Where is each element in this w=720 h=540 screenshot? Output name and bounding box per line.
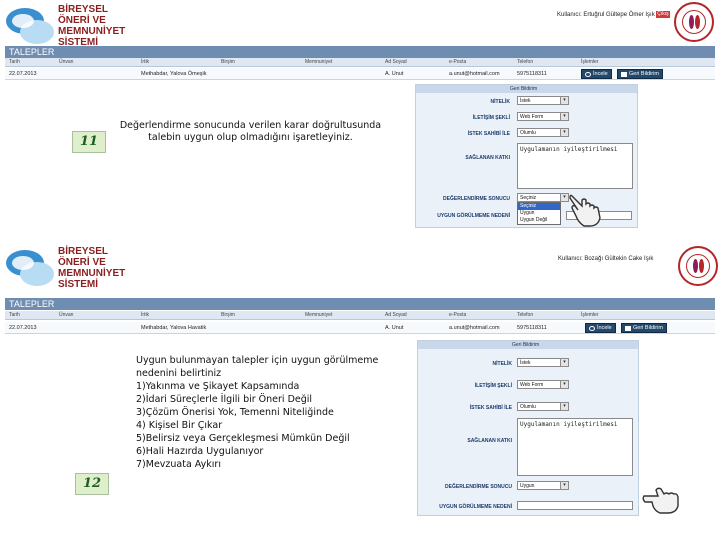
eye-icon <box>589 325 595 331</box>
university-logo <box>678 246 718 286</box>
label-uygun-gorulmeme: UYGUN GÖRÜLMEME NEDENİ <box>439 504 512 510</box>
table-header: Tarih Ünvan İrtik Birşim Memnuniyet Ad S… <box>5 58 715 67</box>
chevron-down-icon: ▾ <box>560 113 568 120</box>
column-header: Memnuniyet <box>305 59 333 65</box>
column-header: Ad Soyad <box>385 59 407 65</box>
column-header: Memnuniyet <box>305 312 333 318</box>
chevron-down-icon: ▾ <box>560 194 568 201</box>
degerlendirme-select[interactable]: Uygun ▾ <box>517 481 569 490</box>
section-title: TALEPLER <box>5 298 715 310</box>
column-header: e-Posta <box>449 59 467 65</box>
university-logo <box>674 2 714 42</box>
app-logo: BİREYSEL ÖNERİ VE MEMNUNİYET SİSTEMİ <box>4 2 125 50</box>
edit-icon <box>621 71 627 77</box>
table-header: Tarih Ünvan İrtik Birşim Memnuniyet Ad S… <box>5 311 715 320</box>
screenshot-panel-step-11: BİREYSEL ÖNERİ VE MEMNUNİYET SİSTEMİ Kul… <box>0 0 720 240</box>
user-info: Kullanıcı: Ertuğrul Gültepe Ömer Işık <box>557 12 655 18</box>
column-header: Tarih <box>9 312 20 318</box>
column-header: İşlemler <box>581 59 599 65</box>
row-name: A. Unut <box>385 325 404 331</box>
eye-icon <box>585 71 591 77</box>
pointing-hand-icon <box>642 487 679 514</box>
row-email: a.unut@hotmail.com <box>449 325 500 331</box>
step-number-12: 12 <box>75 473 109 495</box>
table-row[interactable]: 22.07.2013 Methabdar, Yalova Ömeşik A. U… <box>5 68 715 80</box>
feedback-button[interactable]: Geri Bildirim <box>617 69 663 79</box>
user-info: Kullanıcı: Bozağı Gültekin Cake Işık <box>558 256 654 262</box>
app-logo-text: BİREYSEL ÖNERİ VE MEMNUNİYET SİSTEMİ <box>58 4 126 48</box>
column-header: Ünvan <box>59 312 74 318</box>
degerlendirme-dropdown[interactable]: Seçiniz Uygun Uygun Değil <box>517 202 561 225</box>
nitelik-select[interactable]: İstek ▾ <box>517 96 569 105</box>
column-header: e-Posta <box>449 312 467 318</box>
chevron-down-icon: ▾ <box>560 381 568 388</box>
step-number-11: 11 <box>72 131 106 153</box>
feedback-button[interactable]: Geri Bildirim <box>621 323 667 333</box>
label-iletisim: İLETİŞİM ŞEKLİ <box>474 383 512 389</box>
step-11-instruction: Değerlendirme sonucunda verilen karar do… <box>119 120 382 143</box>
dropdown-option[interactable]: Uygun Değil <box>518 217 560 224</box>
chevron-down-icon: ▾ <box>560 359 568 366</box>
screenshot-panel-step-12: BİREYSEL ÖNERİ VE MEMNUNİYET SİSTEMİ Kul… <box>0 240 720 540</box>
row-unit: Methabdar, Yalova Ömeşik <box>141 71 207 77</box>
column-header: İşlemler <box>581 312 599 318</box>
edit-icon <box>625 325 631 331</box>
label-iletisim: İLETİŞİM ŞEKLİ <box>472 115 510 121</box>
row-date: 22.07.2013 <box>9 71 37 77</box>
degerlendirme-select[interactable]: Seçiniz ▾ <box>517 193 569 202</box>
column-header: İrtik <box>141 312 150 318</box>
label-nitelik: NİTELİK <box>490 99 510 105</box>
speech-bubbles-icon <box>4 2 56 50</box>
column-header: Telefon <box>517 59 534 65</box>
label-katki: SAĞLANAN KATKI <box>465 155 510 161</box>
app-logo: BİREYSEL ÖNERİ VE MEMNUNİYET SİSTEMİ <box>4 244 125 292</box>
column-header: Ad Soyad <box>385 312 407 318</box>
step-12-instruction: Uygun bulunmayan talepler için uygun gör… <box>136 355 379 470</box>
label-uygun-gorulmeme: UYGUN GÖRÜLMEME NEDENİ <box>437 213 510 219</box>
label-istek-sahibi: İSTEK SAHİBİ İLE <box>469 405 512 411</box>
form-title: Geri Bildirim <box>418 341 638 349</box>
label-istek-sahibi: İSTEK SAHİBİ İLE <box>467 131 510 137</box>
dropdown-option[interactable]: Seçiniz <box>518 203 560 210</box>
chevron-down-icon: ▾ <box>560 97 568 104</box>
row-email: a.unut@hotmail.com <box>449 71 500 77</box>
iletisim-select[interactable]: Web Form ▾ <box>517 380 569 389</box>
dropdown-option[interactable]: Uygun <box>518 210 560 217</box>
row-name: A. Unut <box>385 71 404 77</box>
column-header: Birşim <box>221 59 235 65</box>
app-logo-text: BİREYSEL ÖNERİ VE MEMNUNİYET SİSTEMİ <box>58 246 126 290</box>
uygun-gorulmeme-input[interactable] <box>517 501 633 510</box>
katki-textarea[interactable]: Uygulamanın iyileştirilmesi <box>517 418 633 476</box>
column-header: Telefon <box>517 312 534 318</box>
nitelik-select[interactable]: İstek ▾ <box>517 358 569 367</box>
chevron-down-icon: ▾ <box>560 129 568 136</box>
row-date: 22.07.2013 <box>9 325 37 331</box>
logout-button[interactable]: Çıkış <box>656 11 670 18</box>
inspect-button[interactable]: İncele <box>581 69 612 79</box>
pointing-hand-icon <box>569 194 601 227</box>
column-header: Birşim <box>221 312 235 318</box>
column-header: İrtik <box>141 59 150 65</box>
chevron-down-icon: ▾ <box>560 403 568 410</box>
label-nitelik: NİTELİK <box>492 361 512 367</box>
katki-textarea[interactable]: Uygulamanın iyileştirilmesi <box>517 143 633 189</box>
row-phone: 5975118311 <box>517 71 547 77</box>
speech-bubbles-icon <box>4 244 56 292</box>
column-header: Ünvan <box>59 59 74 65</box>
inspect-button[interactable]: İncele <box>585 323 616 333</box>
istek-sahibi-select[interactable]: Olumlu ▾ <box>517 402 569 411</box>
chevron-down-icon: ▾ <box>560 482 568 489</box>
feedback-form: Geri Bildirim NİTELİK İstek ▾ İLETİŞİM ŞE… <box>417 340 639 516</box>
column-header: Tarih <box>9 59 20 65</box>
row-unit: Methabdar, Yalova Havatik <box>141 325 207 331</box>
label-degerlendirme: DEĞERLENDİRME SONUCU <box>445 484 512 490</box>
table-row[interactable]: 22.07.2013 Methabdar, Yalova Havatik A. … <box>5 322 715 334</box>
iletisim-select[interactable]: Web Form ▾ <box>517 112 569 121</box>
section-title: TALEPLER <box>5 46 715 58</box>
form-title: Geri Bildirim <box>416 85 637 93</box>
label-katki: SAĞLANAN KATKI <box>467 438 512 444</box>
istek-sahibi-select[interactable]: Olumlu ▾ <box>517 128 569 137</box>
label-degerlendirme: DEĞERLENDİRME SONUCU <box>443 196 510 202</box>
row-phone: 5975118311 <box>517 325 547 331</box>
